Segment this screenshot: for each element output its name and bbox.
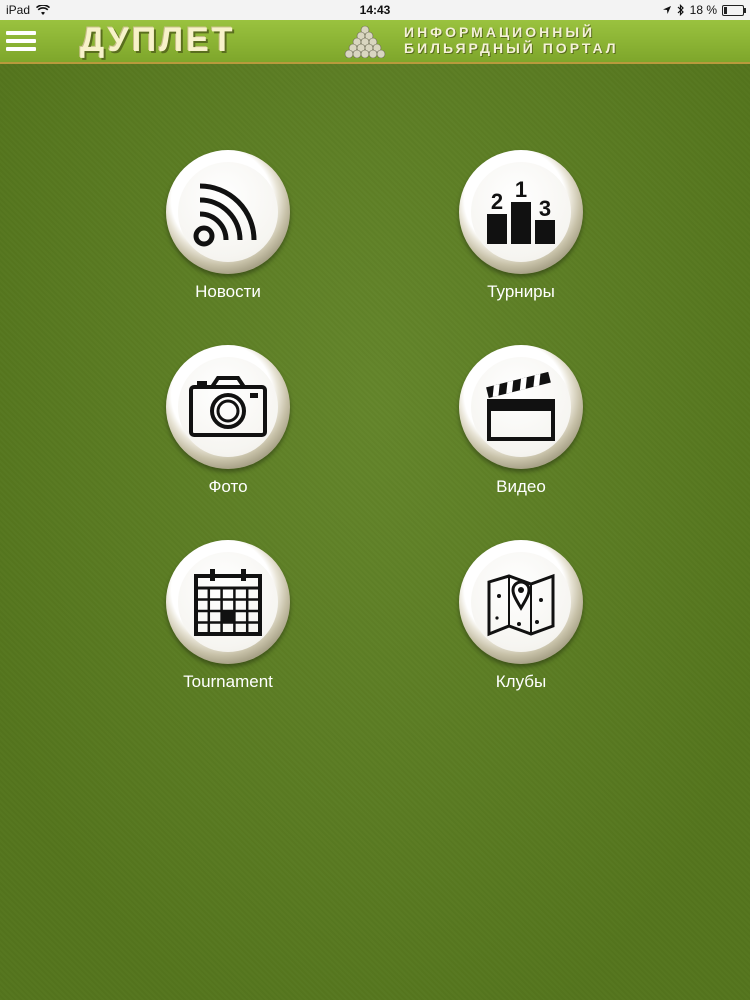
- tile-button-circle: 2 1 3: [459, 150, 583, 274]
- battery-fill: [724, 6, 727, 14]
- tile-button-face: [471, 357, 571, 457]
- podium-digit-second: 2: [491, 189, 503, 214]
- bluetooth-icon: [677, 4, 684, 16]
- tile-button-circle: [166, 345, 290, 469]
- camera-icon: [189, 376, 267, 437]
- menu-tile-tournaments[interactable]: 2 1 3 Турниры: [421, 150, 621, 320]
- menu-line: [6, 31, 36, 35]
- tile-button-circle: [166, 540, 290, 664]
- tile-label-photo: Фото: [208, 477, 248, 496]
- calendar-icon: [194, 569, 262, 636]
- menu-tile-clubs[interactable]: Клубы: [421, 540, 621, 710]
- battery-icon: [722, 4, 746, 16]
- tile-label-tournaments: Турниры: [487, 282, 555, 301]
- tile-label-clubs: Клубы: [495, 672, 547, 691]
- app-header: ДУПЛЕТ ИНФОРМАЦИОННЫЙ БИЛЬЯРДНЫЙ ПОРТАЛ: [0, 20, 750, 64]
- tile-label-tournament: Tournament: [183, 672, 273, 691]
- tile-label-video: Видео: [496, 477, 546, 496]
- billiard-balls-logo-icon: [344, 25, 386, 58]
- logo-title: ДУПЛЕТ: [80, 21, 236, 59]
- tile-button-circle: [166, 150, 290, 274]
- tile-button-face: [178, 552, 278, 652]
- map-icon: [487, 573, 555, 637]
- tile-button-circle: [459, 345, 583, 469]
- background-texture: [0, 0, 750, 1000]
- logo-subtitle: ИНФОРМАЦИОННЫЙ БИЛЬЯРДНЫЙ ПОРТАЛ: [404, 24, 619, 56]
- tile-button-face: [471, 552, 571, 652]
- menu-tile-photo[interactable]: Фото: [128, 345, 328, 515]
- logo-subtitle-line1: ИНФОРМАЦИОННЫЙ: [404, 24, 596, 40]
- menu-tile-news[interactable]: Новости: [128, 150, 328, 320]
- clapperboard-icon: [486, 371, 555, 441]
- tile-button-face: [178, 162, 278, 262]
- tile-label-news: Новости: [195, 282, 261, 301]
- status-bar: iPad 14:43 18 %: [0, 0, 750, 20]
- podium-digit-first: 1: [515, 177, 527, 202]
- logo-subtitle-line2: БИЛЬЯРДНЫЙ ПОРТАЛ: [404, 40, 619, 56]
- rss-icon: [193, 183, 257, 247]
- menu-line: [6, 39, 36, 43]
- menu-tile-video[interactable]: Видео: [421, 345, 621, 515]
- status-time: 14:43: [359, 3, 391, 17]
- tile-button-circle: [459, 540, 583, 664]
- tile-button-face: [178, 357, 278, 457]
- battery-percent: 18 %: [689, 3, 717, 17]
- tile-button-face: 2 1 3: [471, 162, 571, 262]
- podium-digit-third: 3: [539, 196, 551, 221]
- menu-tile-tournament-calendar[interactable]: Tournament: [128, 540, 328, 710]
- podium-icon: 2 1 3: [487, 177, 555, 244]
- hamburger-menu-button[interactable]: [6, 27, 36, 55]
- menu-line: [6, 47, 36, 51]
- location-arrow-icon: [662, 6, 671, 14]
